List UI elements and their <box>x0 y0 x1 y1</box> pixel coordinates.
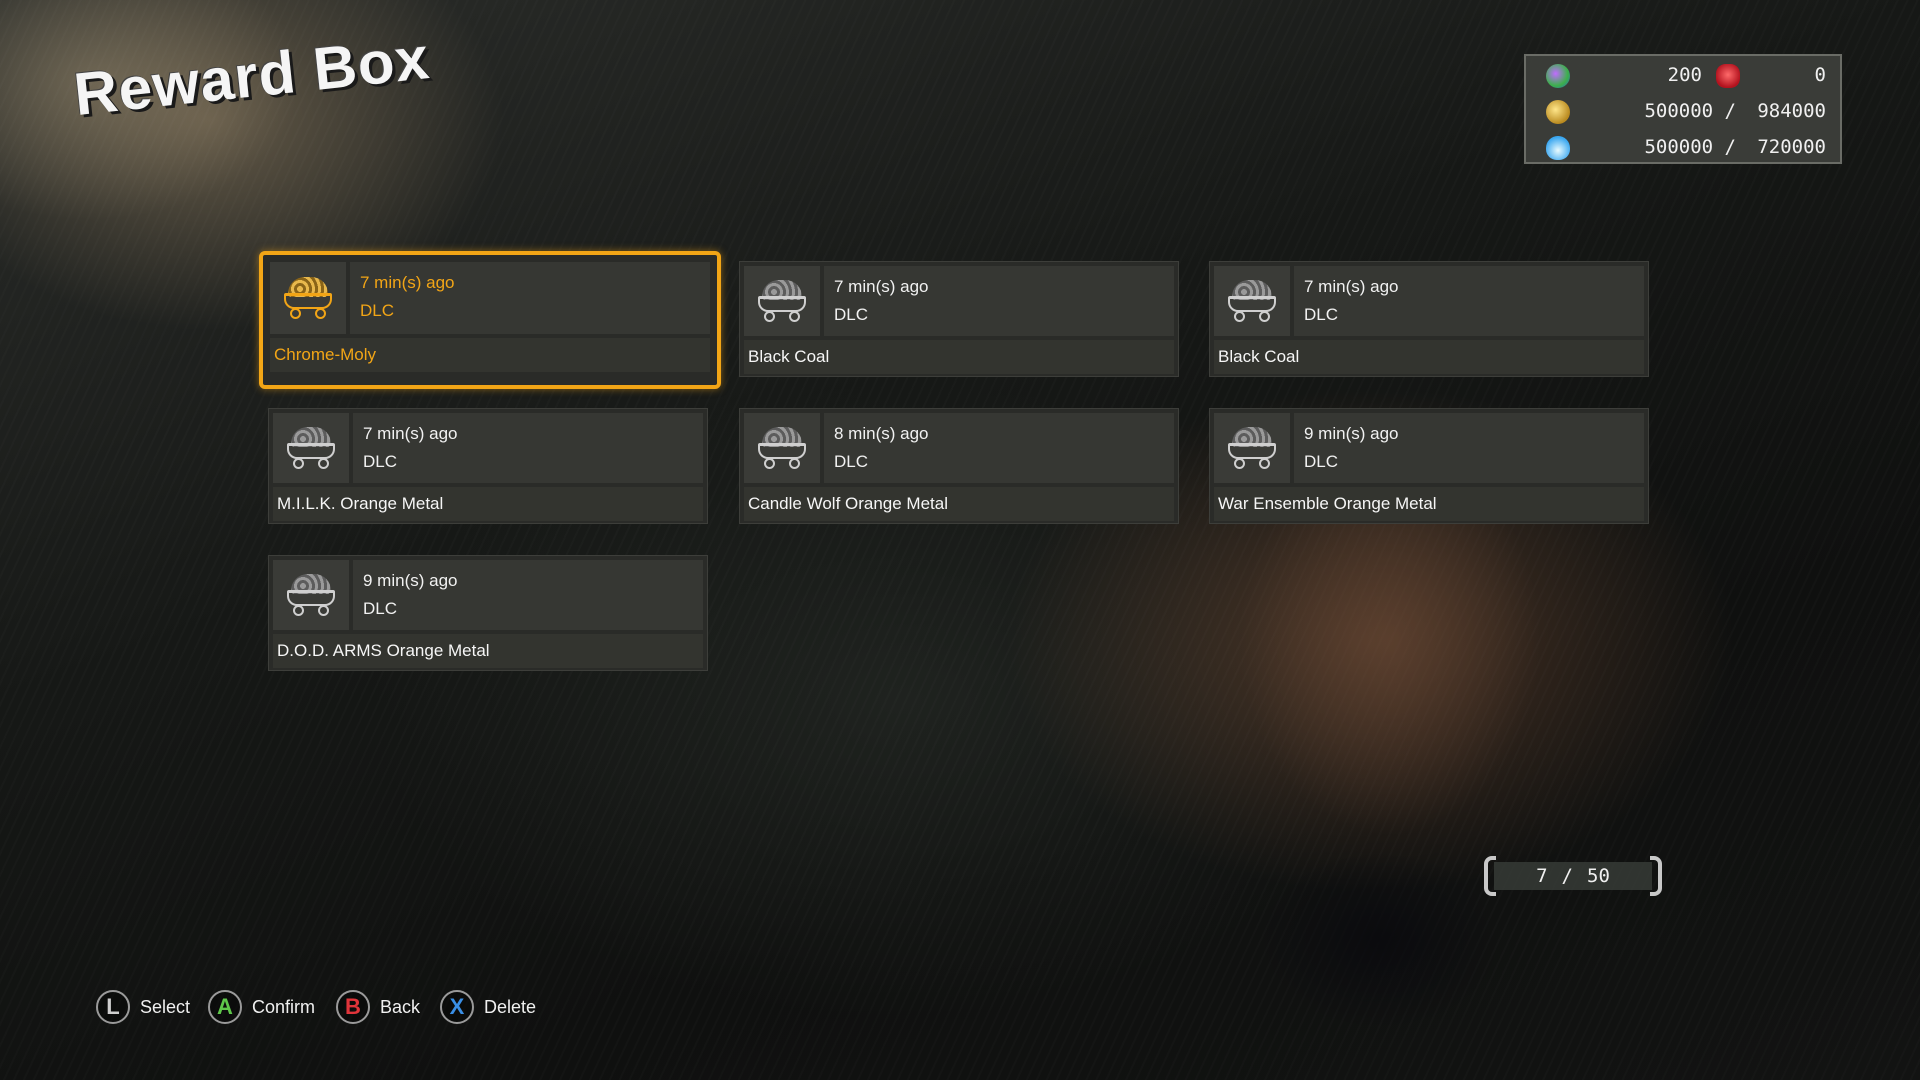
reward-name: M.I.L.K. Orange Metal <box>277 494 444 513</box>
prompt-label: Back <box>380 996 421 1017</box>
reward-name: Chrome-Moly <box>274 345 377 364</box>
soul-max: 720000 <box>1757 136 1826 158</box>
reward-name-bar: M.I.L.K. Orange Metal <box>273 487 703 521</box>
reward-name-bar: D.O.D. ARMS Orange Metal <box>273 634 703 668</box>
gem-count: 200 <box>1667 64 1702 86</box>
coin-current: 500000 / <box>1644 100 1736 122</box>
reward-source: DLC <box>1304 452 1339 471</box>
reward-card[interactable]: 7 min(s) ago DLC Chrome-Moly <box>259 251 721 389</box>
l-stick-icon: L <box>96 990 130 1024</box>
reward-time: 7 min(s) ago <box>1304 277 1399 296</box>
reward-card[interactable]: 9 min(s) ago DLC War Ensemble Orange Met… <box>1209 408 1649 524</box>
reward-icon-cell <box>270 262 346 334</box>
reward-name-bar: Black Coal <box>1214 340 1644 374</box>
reward-icon-cell <box>744 413 820 483</box>
soul-current: 500000 / <box>1644 136 1736 158</box>
reward-source: DLC <box>834 305 869 324</box>
reward-icon-cell <box>273 560 349 630</box>
counter-display: 7 / 50 <box>1494 862 1652 890</box>
page-title: Reward Box <box>70 24 433 129</box>
mine-cart-icon <box>1226 425 1278 471</box>
reward-source: DLC <box>363 599 398 618</box>
resource-row-gems: 200 0 <box>1526 62 1844 92</box>
mine-cart-icon <box>285 572 337 618</box>
reward-source: DLC <box>363 452 398 471</box>
gem-icon <box>1546 64 1570 88</box>
coin-max: 984000 <box>1757 100 1826 122</box>
reward-name-bar: War Ensemble Orange Metal <box>1214 487 1644 521</box>
reward-card[interactable]: 8 min(s) ago DLC Candle Wolf Orange Meta… <box>739 408 1179 524</box>
resource-row-coins: 500000 / 984000 <box>1526 98 1844 128</box>
prompt-confirm[interactable]: A Confirm <box>208 987 315 1027</box>
counter-current: 7 <box>1536 865 1548 887</box>
reward-icon-cell <box>1214 266 1290 336</box>
reward-source: DLC <box>834 452 869 471</box>
reward-info: 9 min(s) ago DLC <box>1294 413 1644 483</box>
reward-icon-cell <box>273 413 349 483</box>
skull-count: 0 <box>1814 64 1826 86</box>
mine-cart-icon <box>756 278 808 324</box>
prompt-select[interactable]: L Select <box>96 987 190 1027</box>
reward-card[interactable]: 7 min(s) ago DLC Black Coal <box>1209 261 1649 377</box>
reward-time: 7 min(s) ago <box>834 277 929 296</box>
mine-cart-icon <box>282 275 334 321</box>
x-button-icon: X <box>440 990 474 1024</box>
reward-name: War Ensemble Orange Metal <box>1218 494 1437 513</box>
b-button-icon: B <box>336 990 370 1024</box>
reward-name: D.O.D. ARMS Orange Metal <box>277 641 490 660</box>
a-button-icon: A <box>208 990 242 1024</box>
prompt-delete[interactable]: X Delete <box>440 987 536 1027</box>
reward-name: Black Coal <box>748 347 830 366</box>
mine-cart-icon <box>1226 278 1278 324</box>
mine-cart-icon <box>285 425 337 471</box>
resource-panel: 200 0 500000 / 984000 500000 / 720000 <box>1524 54 1842 164</box>
prompt-label: Confirm <box>252 996 316 1017</box>
prompt-label: Delete <box>484 996 537 1017</box>
counter-total: 50 <box>1587 865 1610 887</box>
prompt-label: Select <box>140 996 191 1017</box>
reward-info: 8 min(s) ago DLC <box>824 413 1174 483</box>
reward-name-bar: Black Coal <box>744 340 1174 374</box>
resource-row-souls: 500000 / 720000 <box>1526 134 1844 164</box>
reward-time: 7 min(s) ago <box>360 273 455 292</box>
prompt-back[interactable]: B Back <box>336 987 420 1027</box>
reward-card[interactable]: 7 min(s) ago DLC Black Coal <box>739 261 1179 377</box>
reward-info: 7 min(s) ago DLC <box>353 413 703 483</box>
reward-name-bar: Candle Wolf Orange Metal <box>744 487 1174 521</box>
reward-info: 9 min(s) ago DLC <box>353 560 703 630</box>
reward-card[interactable]: 7 min(s) ago DLC M.I.L.K. Orange Metal <box>268 408 708 524</box>
reward-name-bar: Chrome-Moly <box>270 338 710 372</box>
reward-info: 7 min(s) ago DLC <box>824 266 1174 336</box>
reward-time: 9 min(s) ago <box>363 571 458 590</box>
reward-time: 7 min(s) ago <box>363 424 458 443</box>
reward-time: 8 min(s) ago <box>834 424 929 443</box>
reward-info: 7 min(s) ago DLC <box>350 262 710 334</box>
reward-name: Black Coal <box>1218 347 1300 366</box>
reward-icon-cell <box>1214 413 1290 483</box>
skull-icon <box>1716 64 1740 88</box>
reward-icon-cell <box>744 266 820 336</box>
reward-source: DLC <box>1304 305 1339 324</box>
counter-bracket-right <box>1650 856 1662 896</box>
flame-icon <box>1546 136 1570 160</box>
coin-icon <box>1546 100 1570 124</box>
reward-info: 7 min(s) ago DLC <box>1294 266 1644 336</box>
reward-source: DLC <box>360 301 395 320</box>
reward-time: 9 min(s) ago <box>1304 424 1399 443</box>
mine-cart-icon <box>756 425 808 471</box>
reward-card[interactable]: 9 min(s) ago DLC D.O.D. ARMS Orange Meta… <box>268 555 708 671</box>
counter-separator: / <box>1561 865 1573 887</box>
reward-name: Candle Wolf Orange Metal <box>748 494 949 513</box>
page-counter: 7 / 50 <box>1484 856 1662 896</box>
